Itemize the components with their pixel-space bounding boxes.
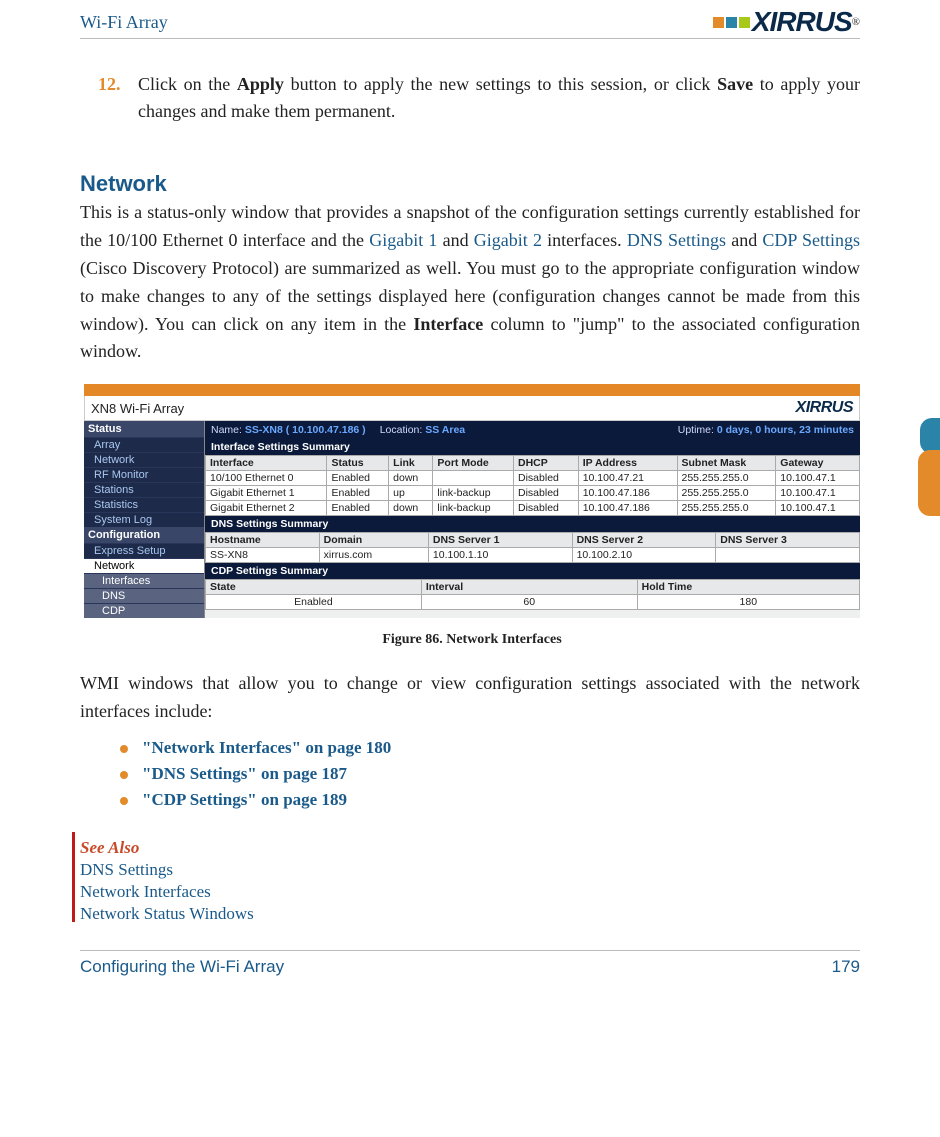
- logo-dot-icon: [739, 17, 750, 28]
- sidebar-item[interactable]: Network: [84, 452, 204, 467]
- page-number: 179: [832, 957, 860, 977]
- page-tab-secondary: [920, 418, 940, 454]
- figure-status-bar: Name: SS-XN8 ( 10.100.47.186 ) Location:…: [205, 421, 860, 439]
- window-title: XN8 Wi-Fi Array: [91, 401, 184, 416]
- see-also-link[interactable]: Network Interfaces: [80, 882, 860, 902]
- link-cdp-settings-page[interactable]: "CDP Settings" on page 189: [120, 790, 860, 810]
- sidebar-item[interactable]: Array: [84, 437, 204, 452]
- see-also-link[interactable]: Network Status Windows: [80, 904, 860, 924]
- section-head-cdp: CDP Settings Summary: [205, 563, 860, 579]
- section-head-dns: DNS Settings Summary: [205, 516, 860, 532]
- logo-dot-icon: [726, 17, 737, 28]
- sidebar-head-config: Configuration: [84, 527, 204, 543]
- logo-text: XIRRUS: [752, 6, 852, 38]
- table-row: SS-XN8xirrus.com10.100.1.1010.100.2.10: [206, 548, 860, 563]
- after-figure-paragraph: WMI windows that allow you to change or …: [80, 670, 860, 726]
- figure-title-bar: XN8 Wi-Fi Array XIRRUS: [84, 396, 860, 421]
- header-title: Wi-Fi Array: [80, 12, 168, 33]
- see-also-heading: See Also: [80, 838, 860, 858]
- section-head-interface: Interface Settings Summary: [205, 439, 860, 455]
- see-also-link[interactable]: DNS Settings: [80, 860, 860, 880]
- table-row: Gigabit Ethernet 2Enableddownlink-backup…: [206, 501, 860, 516]
- link-gigabit-2[interactable]: Gigabit 2: [474, 230, 542, 250]
- step-text: Click on the Apply button to apply the n…: [138, 71, 860, 125]
- table-row: Enabled60180: [206, 595, 860, 610]
- sidebar-item[interactable]: System Log: [84, 512, 204, 527]
- network-paragraph: This is a status-only window that provid…: [80, 199, 860, 366]
- section-heading-network: Network: [80, 171, 860, 197]
- link-dns-settings[interactable]: DNS Settings: [627, 230, 726, 250]
- save-label: Save: [717, 74, 753, 94]
- interface-table: InterfaceStatusLinkPort ModeDHCPIP Addre…: [205, 455, 860, 516]
- link-gigabit-1[interactable]: Gigabit 1: [369, 230, 437, 250]
- figure-logo: XIRRUS: [796, 399, 853, 417]
- interface-bold: Interface: [413, 314, 483, 334]
- table-row: Gigabit Ethernet 1Enableduplink-backupDi…: [206, 486, 860, 501]
- link-dns-settings-page[interactable]: "DNS Settings" on page 187: [120, 764, 860, 784]
- sidebar-subitem[interactable]: DNS: [84, 588, 204, 603]
- table-row: 10/100 Ethernet 0EnableddownDisabled10.1…: [206, 471, 860, 486]
- figure-86: XN8 Wi-Fi Array XIRRUS Status Array Netw…: [84, 384, 860, 648]
- link-network-interfaces[interactable]: "Network Interfaces" on page 180: [120, 738, 860, 758]
- step-12: 12. Click on the Apply button to apply t…: [98, 71, 860, 125]
- logo-dot-icon: [713, 17, 724, 28]
- figure-sidebar: Status Array Network RF Monitor Stations…: [84, 421, 204, 618]
- related-list: "Network Interfaces" on page 180 "DNS Se…: [120, 738, 860, 810]
- page-header: Wi-Fi Array XIRRUS ®: [80, 0, 860, 39]
- sidebar-item-express[interactable]: Express Setup: [84, 543, 204, 558]
- figure-top-bar: [84, 384, 860, 396]
- figure-main-panel: Name: SS-XN8 ( 10.100.47.186 ) Location:…: [204, 421, 860, 618]
- sidebar-subitem[interactable]: Interfaces: [84, 573, 204, 588]
- sidebar-head-status: Status: [84, 421, 204, 437]
- sidebar-item-network-active[interactable]: Network: [84, 558, 204, 573]
- apply-label: Apply: [237, 74, 284, 94]
- dns-table: HostnameDomainDNS Server 1DNS Server 2DN…: [205, 532, 860, 563]
- change-bar: [72, 832, 75, 922]
- page-tab: [918, 450, 940, 516]
- link-cdp-settings[interactable]: CDP Settings: [762, 230, 860, 250]
- step-number: 12.: [98, 71, 128, 98]
- figure-caption: Figure 86. Network Interfaces: [84, 632, 860, 648]
- logo: XIRRUS ®: [713, 6, 860, 38]
- sidebar-item[interactable]: RF Monitor: [84, 467, 204, 482]
- cdp-table: StateIntervalHold Time Enabled60180: [205, 579, 860, 610]
- sidebar-item[interactable]: Statistics: [84, 497, 204, 512]
- page-footer: Configuring the Wi-Fi Array 179: [80, 950, 860, 977]
- sidebar-subitem[interactable]: CDP: [84, 603, 204, 618]
- footer-left: Configuring the Wi-Fi Array: [80, 957, 284, 977]
- sidebar-item[interactable]: Stations: [84, 482, 204, 497]
